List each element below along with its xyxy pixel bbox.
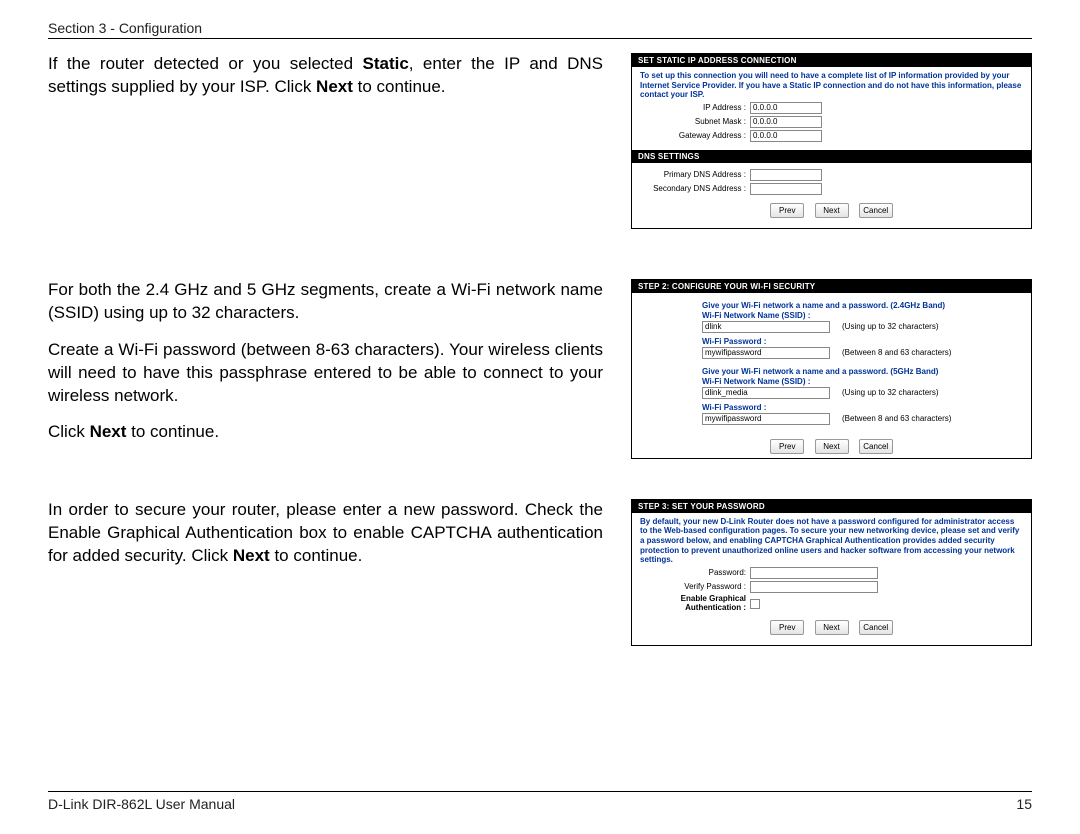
header-rule <box>48 38 1032 39</box>
panel-title-password: STEP 3: SET YOUR PASSWORD <box>632 500 1031 513</box>
page-footer: D-Link DIR-862L User Manual 15 <box>48 791 1032 812</box>
subnet-input[interactable] <box>750 116 822 128</box>
footer-rule <box>48 791 1032 792</box>
admin-password-input[interactable] <box>750 567 878 579</box>
ip-address-row: IP Address : <box>640 102 1023 114</box>
captcha-row: Enable GraphicalAuthentication : <box>640 595 1023 613</box>
secondary-dns-input[interactable] <box>750 183 822 195</box>
wifi-section: For both the 2.4 GHz and 5 GHz segments,… <box>48 279 1032 459</box>
pwd-5-input[interactable] <box>702 413 830 425</box>
wifi-panel: STEP 2: CONFIGURE YOUR WI-FI SECURITY Gi… <box>631 279 1032 459</box>
panel-title-wifi: STEP 2: CONFIGURE YOUR WI-FI SECURITY <box>632 280 1031 293</box>
page-number: 15 <box>1016 796 1032 812</box>
static-ip-panel: SET STATIC IP ADDRESS CONNECTION To set … <box>631 53 1032 229</box>
wifi-buttons: Prev Next Cancel <box>640 433 1023 458</box>
pwd-24-input[interactable] <box>702 347 830 359</box>
password-info: By default, your new D-Link Router does … <box>640 517 1023 565</box>
verify-password-input[interactable] <box>750 581 878 593</box>
secondary-dns-label: Secondary DNS Address : <box>640 184 746 193</box>
captcha-checkbox[interactable] <box>750 599 760 609</box>
next-button[interactable]: Next <box>815 439 849 454</box>
captcha-label: Enable GraphicalAuthentication : <box>640 595 746 613</box>
ssid-24-label: Wi-Fi Network Name (SSID) : <box>702 311 1023 320</box>
pwd-24-hint: (Between 8 and 63 characters) <box>842 348 951 357</box>
panel-title-dns: DNS SETTINGS <box>632 150 1031 163</box>
panel-title-static: SET STATIC IP ADDRESS CONNECTION <box>632 54 1031 67</box>
pwd-5-label: Wi-Fi Password : <box>702 403 1023 412</box>
section-label: Section 3 - Configuration <box>48 20 1032 36</box>
cancel-button[interactable]: Cancel <box>859 620 893 635</box>
prev-button[interactable]: Prev <box>770 620 804 635</box>
prev-button[interactable]: Prev <box>770 203 804 218</box>
subnet-row: Subnet Mask : <box>640 116 1023 128</box>
verify-password-label: Verify Password : <box>640 582 746 591</box>
page-header: Section 3 - Configuration <box>48 20 1032 39</box>
next-button[interactable]: Next <box>815 203 849 218</box>
ssid-24-hint: (Using up to 32 characters) <box>842 322 939 331</box>
wifi-text: For both the 2.4 GHz and 5 GHz segments,… <box>48 279 603 459</box>
ssid-5-hint: (Using up to 32 characters) <box>842 388 939 397</box>
static-ip-section: If the router detected or you selected S… <box>48 53 1032 229</box>
gateway-input[interactable] <box>750 130 822 142</box>
cancel-button[interactable]: Cancel <box>859 203 893 218</box>
primary-dns-input[interactable] <box>750 169 822 181</box>
gateway-row: Gateway Address : <box>640 130 1023 142</box>
pwd-24-label: Wi-Fi Password : <box>702 337 1023 346</box>
admin-password-label: Password: <box>640 568 746 577</box>
password-panel: STEP 3: SET YOUR PASSWORD By default, yo… <box>631 499 1032 647</box>
ssid-5-input[interactable] <box>702 387 830 399</box>
manual-title: D-Link DIR-862L User Manual <box>48 796 235 812</box>
ip-address-label: IP Address : <box>640 103 746 112</box>
password-buttons: Prev Next Cancel <box>640 614 1023 639</box>
primary-dns-label: Primary DNS Address : <box>640 170 746 179</box>
primary-dns-row: Primary DNS Address : <box>640 169 1023 181</box>
password-text: In order to secure your router, please e… <box>48 499 603 582</box>
ssid-5-label: Wi-Fi Network Name (SSID) : <box>702 377 1023 386</box>
static-ip-text: If the router detected or you selected S… <box>48 53 603 113</box>
static-ip-info: To set up this connection you will need … <box>640 71 1023 100</box>
verify-password-row: Verify Password : <box>640 581 1023 593</box>
subnet-label: Subnet Mask : <box>640 117 746 126</box>
ip-address-input[interactable] <box>750 102 822 114</box>
ssid-24-input[interactable] <box>702 321 830 333</box>
prev-button[interactable]: Prev <box>770 439 804 454</box>
cancel-button[interactable]: Cancel <box>859 439 893 454</box>
static-buttons: Prev Next Cancel <box>640 197 1023 222</box>
pwd-5-hint: (Between 8 and 63 characters) <box>842 414 951 423</box>
password-section: In order to secure your router, please e… <box>48 499 1032 647</box>
gateway-label: Gateway Address : <box>640 131 746 140</box>
next-button[interactable]: Next <box>815 620 849 635</box>
wifi-24-heading: Give your Wi-Fi network a name and a pas… <box>702 301 1023 310</box>
secondary-dns-row: Secondary DNS Address : <box>640 183 1023 195</box>
wifi-5-heading: Give your Wi-Fi network a name and a pas… <box>702 367 1023 376</box>
admin-password-row: Password: <box>640 567 1023 579</box>
